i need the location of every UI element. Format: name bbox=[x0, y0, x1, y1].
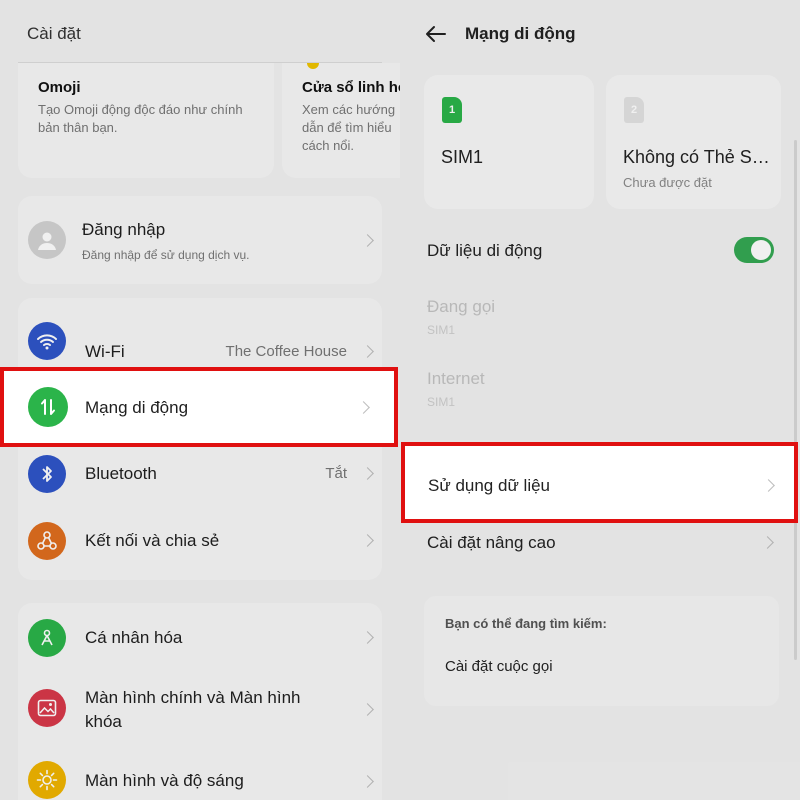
mobile-data-toggle[interactable] bbox=[734, 237, 774, 263]
sidebar-item-connection-sharing[interactable]: Kết nối và chia sẻ bbox=[18, 512, 382, 578]
login-label: Đăng nhập bbox=[82, 220, 166, 239]
personalization-group: Cá nhân hóa Màn hình chính và Màn hình k… bbox=[18, 603, 382, 800]
home-lock-screen-label: Màn hình chính và Màn hình khóa bbox=[85, 688, 301, 731]
sidebar-item-home-lock-screen[interactable]: Màn hình chính và Màn hình khóa bbox=[18, 677, 382, 747]
suggestion-call-settings[interactable]: Cài đặt cuộc gọi bbox=[445, 658, 553, 675]
chevron-right-icon bbox=[761, 536, 774, 549]
page-title: Mạng di động bbox=[465, 24, 576, 43]
sidebar-item-wifi[interactable]: Wi-Fi The Coffee House bbox=[18, 308, 382, 374]
suggestion-heading: Bạn có thể đang tìm kiếm: bbox=[445, 616, 607, 631]
data-usage-label: Sử dụng dữ liệu bbox=[428, 476, 551, 495]
sim-card-icon: 1 bbox=[442, 97, 462, 123]
bluetooth-icon bbox=[28, 455, 66, 493]
internet-sim: SIM1 bbox=[427, 395, 456, 409]
data-usage-row[interactable]: Sử dụng dữ liệu bbox=[401, 442, 798, 523]
chevron-right-icon bbox=[361, 775, 374, 788]
chevron-right-icon bbox=[361, 703, 374, 716]
chevron-right-icon bbox=[361, 467, 374, 480]
card-description: Tạo Omoji động độc đáo như chính bản thâ… bbox=[38, 102, 243, 135]
card-description: Xem các hướng dẫn để tìm hiểu cách nổi. bbox=[302, 102, 396, 153]
connection-sharing-label: Kết nối và chia sẻ bbox=[85, 531, 220, 550]
chevron-right-icon bbox=[361, 534, 374, 547]
bluetooth-status: Tắt bbox=[325, 465, 347, 482]
toggle-knob bbox=[751, 240, 771, 260]
bluetooth-label: Bluetooth bbox=[85, 464, 157, 483]
mobile-network-panel: Mạng di động 1 SIM1 2 Không có Thẻ SIM C… bbox=[400, 0, 800, 800]
scrollbar[interactable] bbox=[794, 140, 797, 660]
avatar-icon bbox=[28, 221, 66, 259]
sidebar-item-bluetooth[interactable]: Bluetooth Tắt bbox=[18, 445, 382, 511]
card-title: Cửa sổ linh hoạt bbox=[302, 79, 400, 96]
sim1-card[interactable]: 1 SIM1 bbox=[424, 75, 594, 209]
mobile-network-label: Mạng di động bbox=[85, 398, 189, 417]
login-row[interactable]: Đăng nhập Đăng nhập để sử dụng dịch vụ. bbox=[18, 196, 382, 284]
sidebar-item-display-brightness[interactable]: Màn hình và độ sáng bbox=[18, 753, 382, 800]
sim-name: Không có Thẻ SIM bbox=[623, 147, 771, 167]
personalize-label: Cá nhân hóa bbox=[85, 628, 183, 647]
wallpaper-icon bbox=[28, 689, 66, 727]
page-title: Cài đặt bbox=[27, 24, 81, 43]
mobile-data-icon bbox=[28, 387, 68, 427]
wifi-network-name: The Coffee House bbox=[225, 343, 347, 360]
suggestion-box: Bạn có thể đang tìm kiếm: Cài đặt cuộc g… bbox=[424, 596, 779, 706]
card-title: Omoji bbox=[38, 79, 81, 96]
brightness-icon bbox=[28, 761, 66, 799]
internet-label: Internet bbox=[427, 369, 485, 388]
flexible-window-card[interactable]: Cửa sổ linh hoạt Xem các hướng dẫn để tì… bbox=[282, 63, 400, 178]
sim2-card[interactable]: 2 Không có Thẻ SIM Chưa được đặt bbox=[606, 75, 781, 209]
sidebar-item-personalize[interactable]: Cá nhân hóa bbox=[18, 609, 382, 671]
calling-label: Đang gọi bbox=[427, 297, 496, 316]
connection-share-icon bbox=[28, 522, 66, 560]
card-icon bbox=[307, 63, 319, 69]
personalize-icon bbox=[28, 619, 66, 657]
account-group: Đăng nhập Đăng nhập để sử dụng dịch vụ. bbox=[18, 196, 382, 284]
login-subtitle: Đăng nhập để sử dụng dịch vụ. bbox=[82, 248, 250, 262]
sidebar-item-mobile-network[interactable]: Mạng di động bbox=[0, 367, 398, 447]
sim-card-icon: 2 bbox=[624, 97, 644, 123]
advanced-settings-label[interactable]: Cài đặt nâng cao bbox=[427, 533, 556, 553]
wifi-label: Wi-Fi bbox=[85, 342, 125, 361]
back-arrow-icon[interactable] bbox=[424, 22, 448, 46]
chevron-right-icon bbox=[361, 234, 374, 247]
chevron-right-icon bbox=[361, 631, 374, 644]
omoji-card[interactable]: Omoji Tạo Omoji động độc đáo như chính b… bbox=[18, 63, 274, 178]
sim-status: Chưa được đặt bbox=[623, 175, 712, 190]
wifi-icon bbox=[28, 322, 66, 360]
chevron-right-icon bbox=[357, 401, 370, 414]
mobile-data-label: Dữ liệu di động bbox=[427, 241, 543, 260]
calling-sim: SIM1 bbox=[427, 323, 456, 337]
settings-panel: Cài đặt Omoji Tạo Omoji động độc đáo như… bbox=[0, 0, 400, 800]
display-brightness-label: Màn hình và độ sáng bbox=[85, 771, 244, 790]
chevron-right-icon bbox=[361, 345, 374, 358]
sim-name: SIM1 bbox=[441, 147, 484, 167]
chevron-right-icon bbox=[762, 479, 775, 492]
